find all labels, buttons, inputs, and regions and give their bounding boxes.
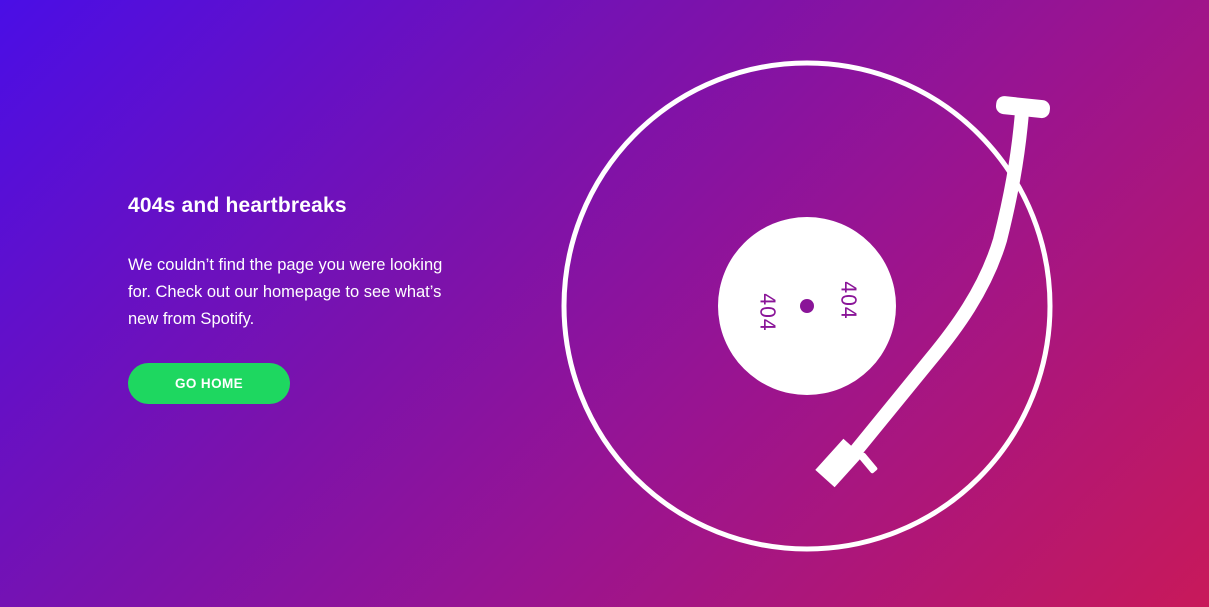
- error-page: 404s and heartbreaks We couldn’t find th…: [0, 0, 1209, 607]
- page-title: 404s and heartbreaks: [128, 194, 347, 217]
- spindle-hole: [800, 299, 814, 313]
- tonearm: [815, 96, 1050, 488]
- label-text-right: 404: [837, 281, 861, 319]
- vinyl-record: [561, 60, 1053, 552]
- go-home-button[interactable]: GO HOME: [128, 363, 290, 404]
- record-label: [718, 217, 896, 395]
- error-message-block: 404s and heartbreaks We couldn’t find th…: [128, 190, 448, 333]
- label-text-left: 404: [756, 293, 780, 331]
- error-description: We couldn’t find the page you were looki…: [128, 256, 443, 328]
